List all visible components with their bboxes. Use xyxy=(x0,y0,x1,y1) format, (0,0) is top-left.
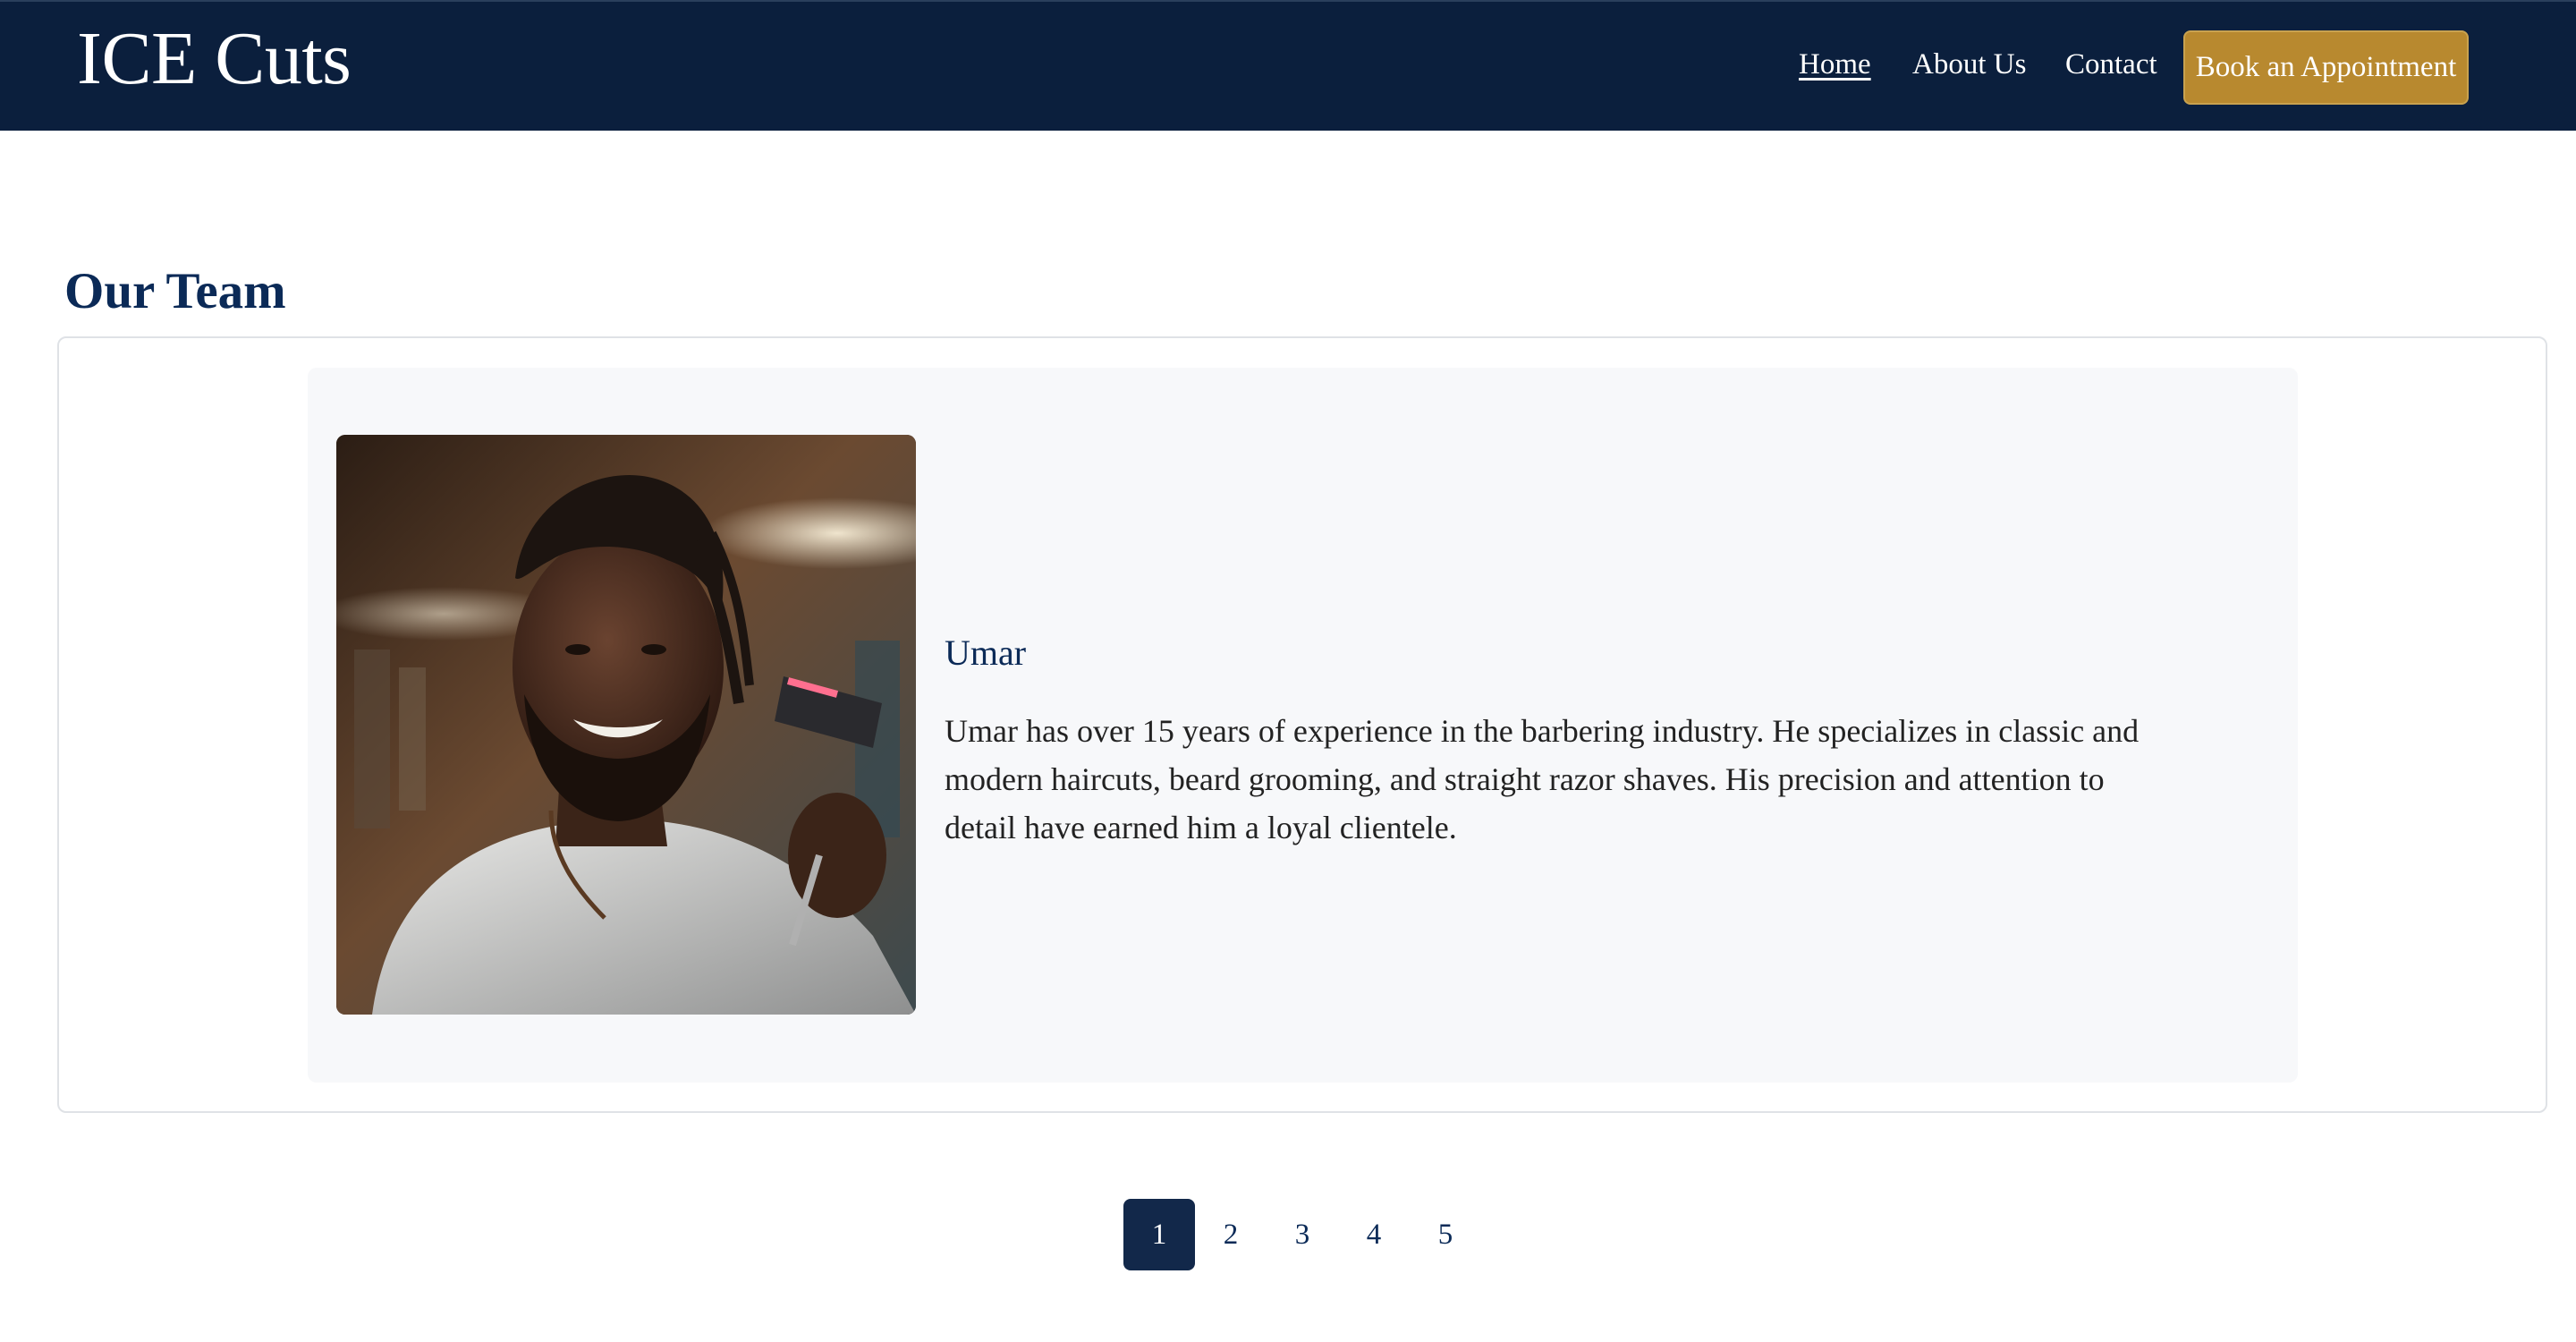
book-appointment-button[interactable]: Book an Appointment xyxy=(2183,30,2469,105)
member-bio: Umar has over 15 years of experience in … xyxy=(945,713,2140,845)
nav-link-home[interactable]: Home xyxy=(1799,47,1871,82)
page-button-3[interactable]: 3 xyxy=(1267,1199,1338,1270)
site-header: ICE Cuts Home About Us Contact Book an A… xyxy=(0,0,2576,131)
member-name: Umar xyxy=(945,633,1027,673)
page-button-2[interactable]: 2 xyxy=(1195,1199,1267,1270)
brand-logo[interactable]: ICE Cuts xyxy=(77,14,352,104)
page-button-4[interactable]: 4 xyxy=(1338,1199,1410,1270)
nav-link-about-us[interactable]: About Us xyxy=(1912,47,2026,82)
barber-portrait-image xyxy=(336,435,916,1015)
nav-link-contact[interactable]: Contact xyxy=(2065,47,2157,82)
section-title: Our Team xyxy=(64,263,286,319)
page-button-5[interactable]: 5 xyxy=(1410,1199,1481,1270)
page-button-1[interactable]: 1 xyxy=(1123,1199,1195,1270)
